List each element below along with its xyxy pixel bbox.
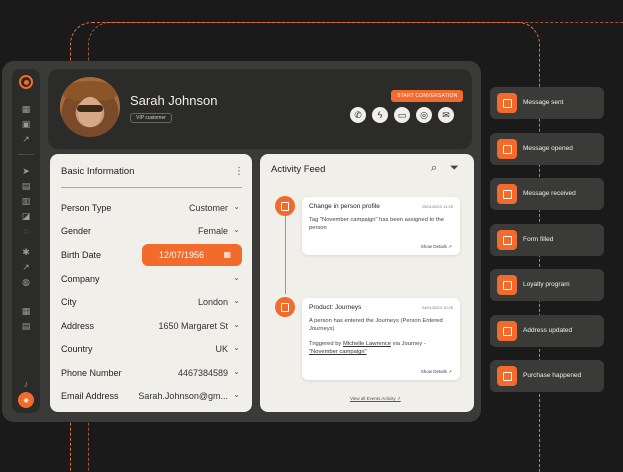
- event-tag-address-updated: Address updated: [490, 315, 604, 347]
- event-tag-purchase-happened: Purchase happened: [490, 360, 604, 392]
- view-all-events-link[interactable]: View all Events Activity ↗: [350, 396, 401, 402]
- location-icon: [497, 321, 517, 341]
- start-conversation-button[interactable]: START CONVERSATION: [391, 90, 464, 102]
- image-icon[interactable]: ▤: [21, 181, 31, 191]
- chart-icon[interactable]: ↗: [21, 262, 31, 272]
- inbox-icon[interactable]: ▣: [21, 119, 31, 129]
- filter-icon[interactable]: ⏷: [450, 162, 459, 175]
- crm-window: ▦ ▣ ↗ ➤ ▤ ▥ ◪ ◌ ✱ ↗ ◍ ▦ ▤ ♪ ◉ Sarah John…: [2, 61, 481, 422]
- field-phone-number[interactable]: Phone Number 4467384589 ⌄: [61, 363, 242, 383]
- event-tag-loyalty-program: Loyalty program: [490, 269, 604, 301]
- icon-sidebar: ▦ ▣ ↗ ➤ ▤ ▥ ◪ ◌ ✱ ↗ ◍ ▦ ▤ ♪ ◉: [12, 69, 40, 413]
- panel-title: Basic Information: [61, 166, 135, 177]
- user-link[interactable]: Michelle Lawrence: [343, 341, 391, 347]
- status-badge: VIP customer: [130, 113, 172, 123]
- message-received-icon: [497, 184, 517, 204]
- cart-icon: [497, 366, 517, 386]
- chevron-down-icon[interactable]: ⌄: [233, 296, 240, 305]
- loyalty-icon: [497, 275, 517, 295]
- show-details-link[interactable]: Show Details ↗: [421, 244, 452, 250]
- profile-header: Sarah Johnson VIP customer START CONVERS…: [48, 69, 472, 149]
- analytics-icon[interactable]: ↗: [21, 134, 31, 144]
- document-icon[interactable]: ▥: [21, 196, 31, 206]
- field-birth-date[interactable]: Birth Date 12/07/1956 ▦: [61, 244, 242, 266]
- user-avatar[interactable]: ◉: [18, 392, 34, 408]
- message-opened-icon: [497, 139, 517, 159]
- send-icon[interactable]: ➤: [21, 166, 31, 176]
- event-tag-message-opened: Message opened: [490, 133, 604, 165]
- journey-icon: [275, 297, 295, 317]
- field-person-type[interactable]: Person Type Customer ⌄: [61, 198, 242, 218]
- activity-feed-panel: Activity Feed ⌕ ⏷ Change in person profi…: [260, 154, 474, 412]
- campaign-link[interactable]: "November campaign": [309, 349, 367, 355]
- calendar-icon[interactable]: ▤: [21, 321, 31, 331]
- table-icon[interactable]: ▦: [21, 306, 31, 316]
- settings-icon[interactable]: ✱: [21, 247, 31, 257]
- chevron-down-icon[interactable]: ⌄: [233, 367, 240, 376]
- form-icon: [497, 230, 517, 250]
- chevron-down-icon[interactable]: ⌄: [233, 320, 240, 329]
- person-name: Sarah Johnson: [130, 93, 218, 108]
- message-sent-icon: [497, 93, 517, 113]
- divider: [61, 187, 242, 188]
- instagram-icon[interactable]: ◎: [416, 107, 432, 123]
- field-city[interactable]: City London ⌄: [61, 292, 242, 312]
- timeline-line: [285, 206, 286, 294]
- chevron-down-icon[interactable]: ⌄: [233, 225, 240, 234]
- panel-title: Activity Feed: [271, 164, 326, 175]
- chevron-down-icon[interactable]: ⌄: [233, 343, 240, 352]
- field-gender[interactable]: Gender Female ⌄: [61, 221, 242, 241]
- dashboard-icon[interactable]: ▦: [21, 104, 31, 114]
- chevron-down-icon[interactable]: ⌄: [233, 390, 240, 399]
- chevron-down-icon[interactable]: ⌄: [233, 202, 240, 211]
- email-icon[interactable]: ✉: [438, 107, 454, 123]
- field-company[interactable]: Company ⌄: [61, 269, 242, 289]
- idea-icon[interactable]: ◌: [21, 226, 31, 236]
- more-options-icon[interactable]: ⋮: [234, 166, 244, 177]
- whatsapp-icon[interactable]: ✆: [350, 107, 366, 123]
- search-icon[interactable]: ⌕: [431, 162, 437, 175]
- activity-event: Change in person profile 25/01/2023 14:2…: [302, 197, 460, 255]
- profile-change-icon: [275, 196, 295, 216]
- messenger-icon[interactable]: ϟ: [372, 107, 388, 123]
- calendar-icon[interactable]: ▦: [223, 250, 231, 259]
- field-country[interactable]: Country UK ⌄: [61, 339, 242, 359]
- notification-icon[interactable]: ♪: [21, 379, 31, 389]
- basic-information-panel: Basic Information ⋮ Person Type Customer…: [50, 154, 252, 412]
- message-icon[interactable]: ◪: [21, 211, 31, 221]
- chat-icon[interactable]: ▭: [394, 107, 410, 123]
- divider: [18, 154, 34, 155]
- activity-event: Product: Journeys 24/01/2023 10:25 A per…: [302, 298, 460, 380]
- globe-icon[interactable]: ◍: [21, 277, 31, 287]
- event-tag-message-sent: Message sent: [490, 87, 604, 119]
- field-address[interactable]: Address 1650 Margaret St ⌄: [61, 316, 242, 336]
- event-tag-message-received: Message received: [490, 178, 604, 210]
- show-details-link[interactable]: Show Details ↗: [421, 369, 452, 375]
- event-tag-form-filled: Form filled: [490, 224, 604, 256]
- chevron-down-icon[interactable]: ⌄: [233, 273, 240, 282]
- logo-icon[interactable]: [19, 75, 33, 89]
- avatar: [60, 77, 120, 137]
- field-email-address[interactable]: Email Address Sarah.Johnson@gm... ⌄: [61, 386, 242, 406]
